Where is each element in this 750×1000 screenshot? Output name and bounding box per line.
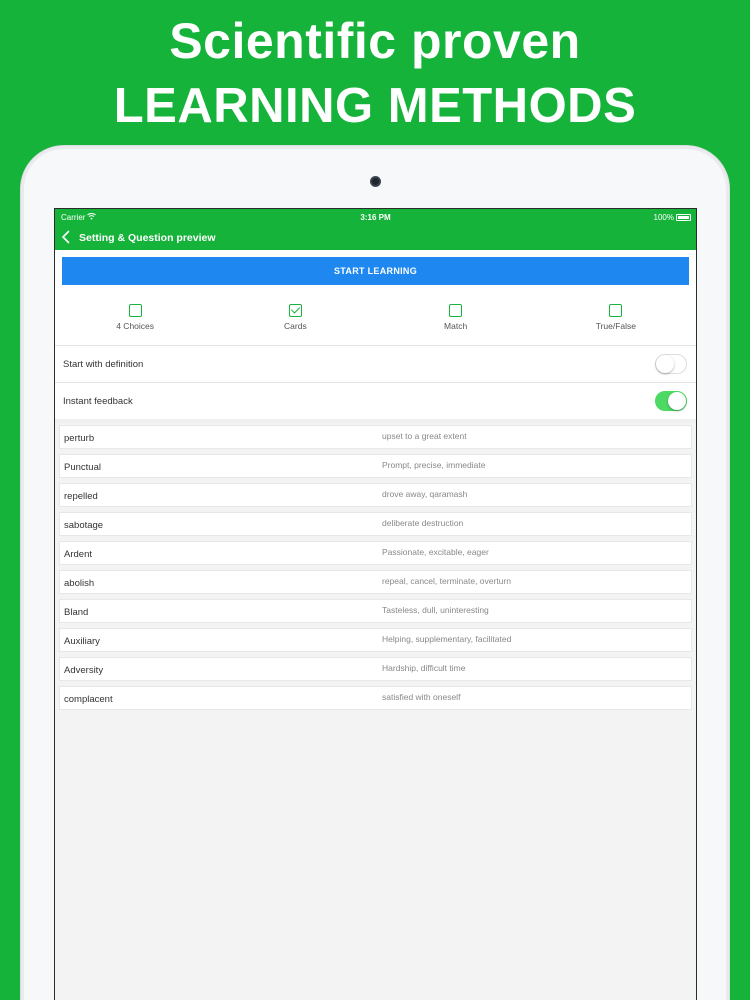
word-definition: Passionate, excitable, eager <box>382 547 489 557</box>
mode-4-choices[interactable]: 4 Choices <box>55 285 215 345</box>
word-row[interactable]: Bland Tasteless, dull, uninteresting <box>59 599 692 623</box>
mode-cards[interactable]: Cards <box>215 285 375 345</box>
chevron-left-icon[interactable] <box>61 230 75 246</box>
setting-instant-feedback: Instant feedback <box>55 382 696 419</box>
word-definition: repeal, cancel, terminate, overturn <box>382 576 511 586</box>
checkbox-checked-icon[interactable] <box>288 304 302 317</box>
word-term: Bland <box>64 607 89 618</box>
word-definition: Prompt, precise, immediate <box>382 460 486 470</box>
mode-true-false[interactable]: True/False <box>536 285 696 345</box>
word-row[interactable]: complacent satisfied with oneself <box>59 686 692 710</box>
learning-mode-selector: 4 Choices Cards Match True/False <box>55 285 696 345</box>
toggle-knob <box>656 355 674 373</box>
status-bar: Carrier 3:16 PM 100% <box>55 209 696 226</box>
word-term: repelled <box>64 491 98 502</box>
word-row[interactable]: perturb upset to a great extent <box>59 425 692 449</box>
settings-panel: START LEARNING 4 Choices Cards Match Tru… <box>55 250 696 419</box>
battery-icon <box>676 214 691 221</box>
setting-start-with-definition: Start with definition <box>55 345 696 382</box>
word-definition: upset to a great extent <box>382 431 467 441</box>
promo-headline-line2: LEARNING METHODS <box>113 79 637 133</box>
word-row[interactable]: sabotage deliberate destruction <box>59 512 692 536</box>
battery-percent: 100% <box>653 213 674 222</box>
word-definition: Helping, supplementary, facilitated <box>382 634 512 644</box>
word-term: complacent <box>64 694 113 705</box>
word-term: abolish <box>64 578 95 589</box>
checkbox-icon[interactable] <box>609 304 623 317</box>
mode-label: Match <box>444 321 468 331</box>
promo-headline-line1: Scientific proven <box>169 13 581 69</box>
status-time: 3:16 PM <box>360 213 391 222</box>
setting-label: Start with definition <box>63 359 144 370</box>
mode-match[interactable]: Match <box>376 285 536 345</box>
word-definition: deliberate destruction <box>382 518 464 528</box>
word-definition: Hardship, difficult time <box>382 663 466 673</box>
mode-label: Cards <box>284 321 307 331</box>
word-row[interactable]: repelled drove away, qaramash <box>59 483 692 507</box>
app-screen: Carrier 3:16 PM 100% Setting & Question … <box>54 208 697 1000</box>
setting-label: Instant feedback <box>63 396 133 407</box>
nav-title: Setting & Question preview <box>79 232 216 244</box>
start-learning-button[interactable]: START LEARNING <box>62 257 689 285</box>
toggle-knob <box>668 392 686 410</box>
mode-label: 4 Choices <box>116 321 155 331</box>
word-term: sabotage <box>64 520 104 531</box>
word-term: Ardent <box>64 549 92 560</box>
word-definition: satisfied with oneself <box>382 692 461 702</box>
camera-icon <box>370 176 381 187</box>
word-term: Punctual <box>64 462 101 473</box>
word-row[interactable]: Auxiliary Helping, supplementary, facili… <box>59 628 692 652</box>
start-with-definition-toggle[interactable] <box>655 354 687 374</box>
word-row[interactable]: Ardent Passionate, excitable, eager <box>59 541 692 565</box>
word-definition: drove away, qaramash <box>382 489 468 499</box>
word-row[interactable]: abolish repeal, cancel, terminate, overt… <box>59 570 692 594</box>
word-definition: Tasteless, dull, uninteresting <box>382 605 489 615</box>
word-term: Auxiliary <box>64 636 100 647</box>
checkbox-icon[interactable] <box>449 304 463 317</box>
mode-label: True/False <box>595 321 637 331</box>
word-term: Adversity <box>64 665 104 676</box>
checkbox-icon[interactable] <box>128 304 142 317</box>
nav-bar: Setting & Question preview <box>55 226 696 250</box>
word-row[interactable]: Punctual Prompt, precise, immediate <box>59 454 692 478</box>
word-list: perturb upset to a great extent Punctual… <box>55 425 696 710</box>
word-row[interactable]: Adversity Hardship, difficult time <box>59 657 692 681</box>
word-term: perturb <box>64 433 95 444</box>
section-divider <box>55 419 696 423</box>
instant-feedback-toggle[interactable] <box>655 391 687 411</box>
